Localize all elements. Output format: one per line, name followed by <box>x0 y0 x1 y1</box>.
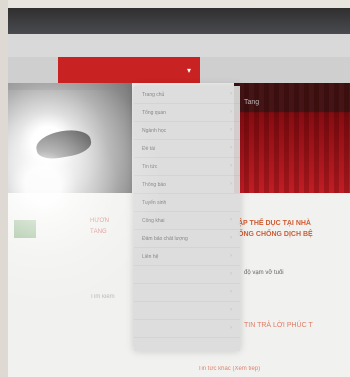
sidebar-thumbnail <box>14 220 36 238</box>
chevron-right-icon: › <box>230 109 232 115</box>
photo-left-edge <box>0 0 8 377</box>
dropdown-item[interactable]: › <box>134 302 240 320</box>
dropdown-item[interactable]: Tuyển sinh <box>134 194 240 212</box>
chevron-right-icon: › <box>230 253 232 259</box>
hero-right-label: Tang <box>244 99 260 106</box>
dropdown-item[interactable]: Đề tài › <box>134 140 240 158</box>
dropdown-item-label: Thông báo <box>142 181 166 188</box>
article-title-line-2[interactable]: ỐNG CHỐNG DỊCH BỆ <box>238 229 313 240</box>
dropdown-item[interactable]: Công khai › <box>134 212 240 230</box>
chevron-right-icon: › <box>230 217 232 223</box>
nav-item-4[interactable] <box>248 57 290 83</box>
chevron-right-icon: › <box>230 271 232 277</box>
dropdown-item-label: Tuyển sinh <box>142 199 167 206</box>
website-header-strip <box>8 34 350 57</box>
chevron-down-icon: ▾ <box>186 66 191 75</box>
chevron-right-icon: › <box>230 91 232 97</box>
dropdown-item[interactable]: › <box>134 320 240 338</box>
dropdown-item[interactable]: Đảm bảo chất lượng › <box>134 230 240 248</box>
chevron-right-icon: › <box>230 181 232 187</box>
dropdown-item-label: Tổng quan <box>142 109 166 116</box>
chevron-right-icon: › <box>230 127 232 133</box>
content-fragment-left-1: HƯỚN <box>90 218 109 224</box>
footer-link[interactable]: Tin tức khác (Xem tiếp) <box>198 366 260 372</box>
dropdown-item-label: Đề tài <box>142 145 156 152</box>
browser-top-bar <box>8 8 350 34</box>
content-fragment-left-2: TĂNG <box>90 229 107 235</box>
navigation-dropdown-menu: Trang chủ › Tổng quan › Ngành học › Đề tài ›… <box>134 86 240 351</box>
main-navigation: ▾ <box>8 57 350 83</box>
dropdown-item[interactable]: Tổng quan › <box>134 104 240 122</box>
chevron-right-icon: › <box>230 145 232 151</box>
chevron-right-icon: › <box>230 307 232 313</box>
dropdown-item[interactable]: › <box>134 266 240 284</box>
dropdown-item-label: Trang chủ <box>142 91 165 98</box>
article-title-line-1[interactable]: ẬP THỂ DỤC TẠI NHÀ <box>238 218 311 229</box>
chevron-right-icon: › <box>230 163 232 169</box>
chevron-right-icon: › <box>230 235 232 241</box>
sidebar-label-2[interactable]: Tìm kiếm <box>90 294 115 300</box>
dropdown-item[interactable]: Liên hệ › <box>134 248 240 266</box>
dropdown-item-label: Công khai <box>142 217 165 224</box>
nav-item-5[interactable] <box>290 57 332 83</box>
dropdown-item-label: Ngành học <box>142 127 167 134</box>
dropdown-item[interactable]: Tin tức › <box>134 158 240 176</box>
chevron-right-icon: › <box>230 289 232 295</box>
article-subtitle: độ vạm vỡ tuổi <box>244 270 284 276</box>
dropdown-item-label: Đảm bảo chất lượng <box>142 235 188 242</box>
browser-screen: ▾ Tang HƯỚN TĂNG Tìm kiếm ẬP THỂ DỤC TẠI… <box>8 8 350 377</box>
section-title[interactable]: TIN TRẢ LỜI PHÚC T <box>244 322 313 329</box>
nav-item-active[interactable]: ▾ <box>58 57 200 83</box>
dropdown-item-label: Liên hệ <box>142 253 159 260</box>
dropdown-item[interactable]: › <box>134 284 240 302</box>
dropdown-item[interactable]: Thông báo › <box>134 176 240 194</box>
dropdown-item-label: Tin tức <box>142 163 158 170</box>
chevron-right-icon: › <box>230 325 232 331</box>
nav-item-1[interactable] <box>8 57 58 83</box>
nav-item-3[interactable] <box>200 57 248 83</box>
dropdown-item[interactable]: Ngành học › <box>134 122 240 140</box>
dropdown-item[interactable]: Trang chủ › <box>134 86 240 104</box>
